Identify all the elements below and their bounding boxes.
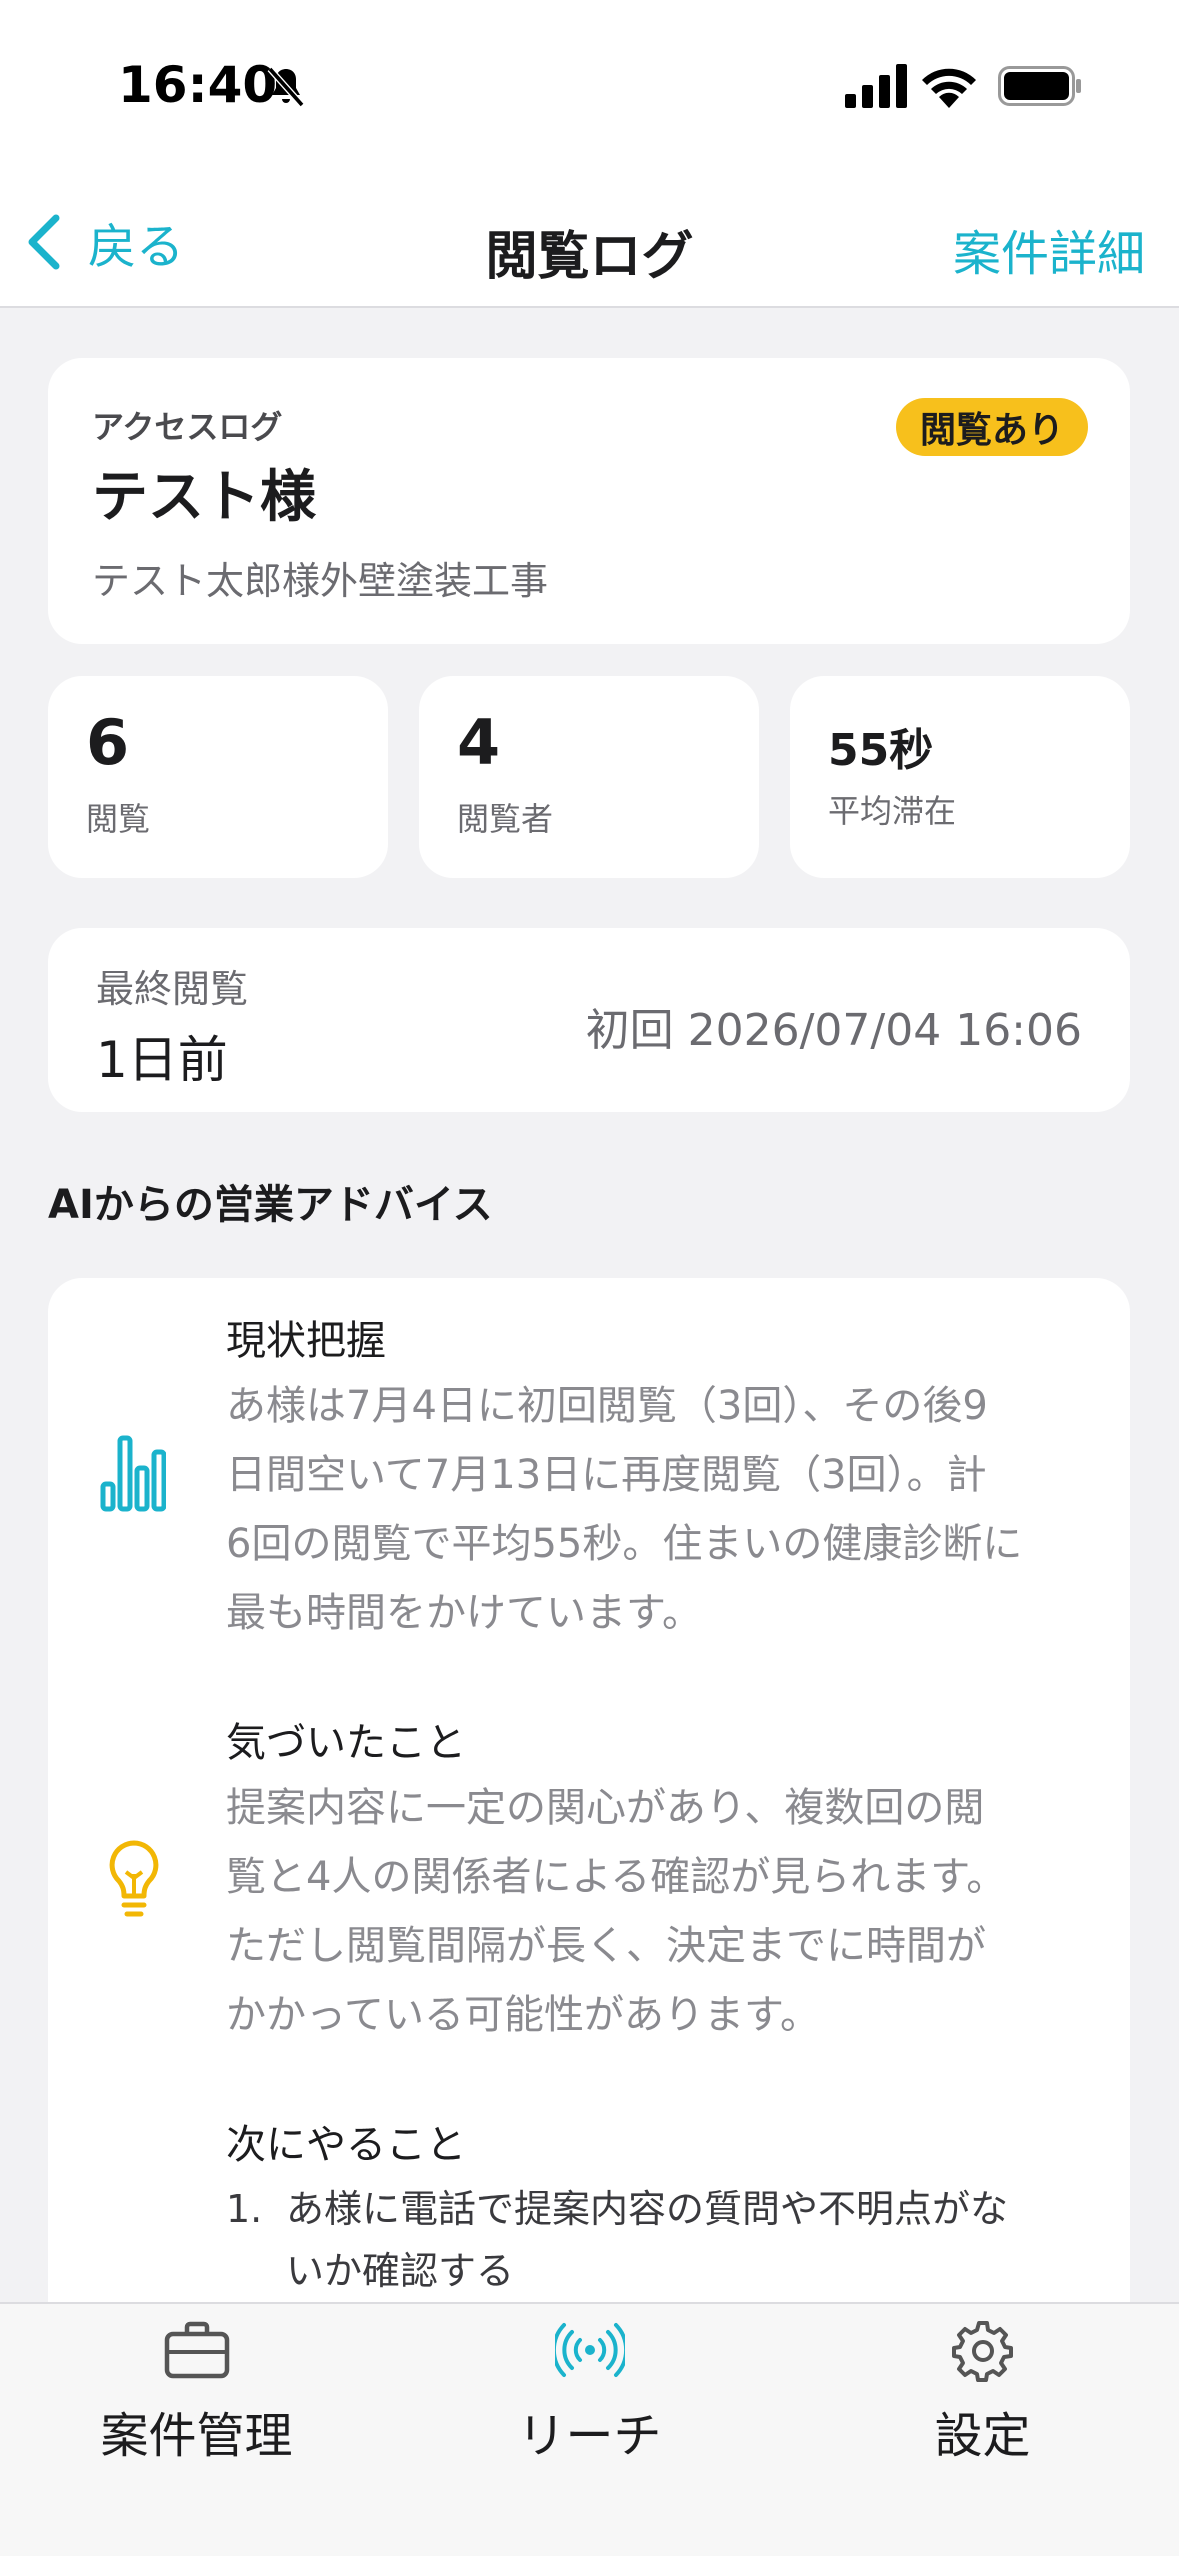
status-time: 16:40 bbox=[118, 56, 278, 114]
card-label: アクセスログ bbox=[92, 408, 283, 446]
advice-heading: 現状把握 bbox=[226, 1318, 386, 1364]
step-line: あ様に電話で提案内容の質問や不明点がな bbox=[286, 2187, 1009, 2231]
stat-label: 平均滞在 bbox=[828, 792, 957, 830]
stat-value: 6 bbox=[86, 706, 130, 779]
advice-line: あ様は7月4日に初回閲覧（3回）、その後9 bbox=[226, 1383, 988, 1429]
tab-project-management[interactable]: 案件管理 bbox=[0, 2304, 393, 2464]
advice-line: かかっている可能性があります。 bbox=[226, 1992, 820, 2038]
advice-line: 覧と4人の関係者による確認が見られます。 bbox=[226, 1854, 1007, 1900]
tab-label: 設定 bbox=[934, 2408, 1031, 2464]
stat-card-viewers: 4 閲覧者 bbox=[419, 676, 759, 878]
status-bar: 16:40 bbox=[0, 0, 1179, 170]
stat-card-views: 6 閲覧 bbox=[48, 676, 388, 878]
lightbulb-icon bbox=[109, 1840, 159, 1917]
tab-settings[interactable]: 設定 bbox=[786, 2304, 1179, 2464]
stat-value: 55秒 bbox=[828, 725, 934, 776]
navigation-bar: 戻る 閲覧ログ 案件詳細 bbox=[0, 170, 1179, 308]
project-detail-button[interactable]: 案件詳細 bbox=[953, 214, 1145, 284]
section-title: AIからの営業アドバイス bbox=[48, 1182, 493, 1228]
advice-line: 提案内容に一定の関心があり、複数回の閲 bbox=[226, 1785, 985, 1831]
last-view-label: 最終閲覧 bbox=[96, 967, 249, 1011]
broadcast-icon bbox=[554, 2323, 625, 2377]
cellular-signal-icon bbox=[845, 64, 907, 108]
project-name: テスト太郎様外壁塗装工事 bbox=[92, 559, 549, 603]
advice-body: あ様は7月4日に初回閲覧（3回）、その後9 日間空いて7月13日に再度閲覧（3回… bbox=[226, 1372, 1086, 1648]
advice-line: 日間空いて7月13日に再度閲覧（3回）。計 bbox=[226, 1452, 987, 1498]
tab-bar: 案件管理 リーチ 設定 bbox=[0, 2302, 1179, 2556]
customer-name: テスト様 bbox=[92, 465, 316, 530]
tab-label: 案件管理 bbox=[100, 2408, 293, 2464]
gear-icon bbox=[951, 2321, 1013, 2382]
first-view-datetime: 初回 2026/07/04 16:06 bbox=[585, 1005, 1082, 1056]
advice-line: ただし閲覧間隔が長く、決定までに時間が bbox=[226, 1923, 986, 1969]
stat-value: 4 bbox=[457, 706, 501, 779]
battery-icon bbox=[998, 66, 1081, 106]
advice-line: 6回の閲覧で平均55秒。住まいの健康診断に bbox=[226, 1521, 1023, 1567]
briefcase-icon bbox=[164, 2321, 229, 2379]
tab-reach[interactable]: リーチ bbox=[393, 2304, 786, 2464]
next-steps-list: 1. あ様に電話で提案内容の質問や不明点がな いか確認する bbox=[226, 2178, 1086, 2302]
advice-heading: 気づいたこと bbox=[226, 1720, 466, 1766]
wifi-icon bbox=[922, 68, 976, 108]
stat-label: 閲覧者 bbox=[457, 800, 554, 838]
status-badge: 閲覧あり bbox=[895, 398, 1088, 456]
step-number: 1. bbox=[226, 2187, 263, 2231]
customer-card: アクセスログ テスト様 テスト太郎様外壁塗装工事 閲覧あり bbox=[48, 358, 1130, 644]
list-item: 1. あ様に電話で提案内容の質問や不明点がな いか確認する bbox=[226, 2178, 1086, 2302]
advice-heading: 次にやること bbox=[226, 2122, 466, 2168]
stat-card-avg-duration: 55秒 平均滞在 bbox=[790, 676, 1130, 878]
stat-label: 閲覧 bbox=[86, 800, 151, 838]
bar-chart-icon bbox=[100, 1435, 166, 1512]
last-view-card: 最終閲覧 1日前 初回 2026/07/04 16:06 bbox=[48, 928, 1130, 1112]
last-view-value: 1日前 bbox=[96, 1031, 228, 1089]
ai-advice-card: 現状把握 あ様は7月4日に初回閲覧（3回）、その後9 日間空いて7月13日に再度… bbox=[48, 1278, 1130, 2358]
step-line: いか確認する bbox=[286, 2249, 515, 2293]
tab-label: リーチ bbox=[517, 2408, 662, 2464]
advice-body: 提案内容に一定の関心があり、複数回の閲 覧と4人の関係者による確認が見られます。… bbox=[226, 1774, 1086, 2050]
advice-line: 最も時間をかけています。 bbox=[226, 1590, 702, 1636]
bell-slash-icon bbox=[267, 66, 305, 108]
